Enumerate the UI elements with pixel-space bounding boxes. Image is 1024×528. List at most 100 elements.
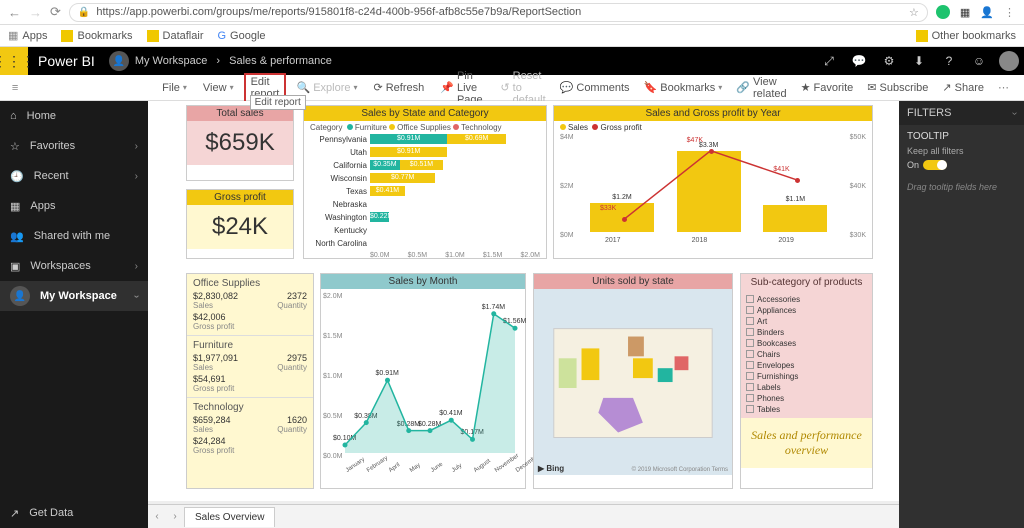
refresh-button[interactable]: ⟳Refresh (368, 79, 431, 96)
report-tabs: ‹ › Sales Overview (148, 504, 899, 528)
favorite-button[interactable]: ★Favorite (795, 79, 860, 96)
star-icon[interactable]: ☆ (909, 6, 919, 19)
lock-icon: 🔒 (78, 7, 90, 18)
nav-shared[interactable]: 👥Shared with me (0, 221, 148, 251)
nav-my-workspace[interactable]: 👤My Workspace› (0, 281, 148, 311)
report-toolbar: ≡ File View Edit report Edit report 🔍Exp… (0, 75, 1024, 101)
tab-prev-icon[interactable]: ‹ (148, 511, 166, 522)
nav-favorites[interactable]: ☆Favorites› (0, 131, 148, 161)
share-icon: 👥 (10, 230, 24, 243)
bm-bookmarks[interactable]: Bookmarks (61, 30, 132, 42)
edit-report-tooltip: Edit report (250, 95, 306, 110)
nav-back-icon[interactable]: ← (8, 5, 21, 20)
apps-icon: ▦ (10, 200, 20, 213)
map-copyright: © 2019 Microsoft Corporation Terms (632, 467, 728, 473)
slicer-item[interactable]: Tables (746, 404, 867, 415)
slicer-item[interactable]: Art (746, 316, 867, 327)
other-bookmarks[interactable]: Other bookmarks (916, 30, 1016, 42)
nav-apps[interactable]: ▦Apps (0, 191, 148, 221)
chart-title: Sales and Gross profit by Year (554, 106, 872, 121)
kpi-gross-profit[interactable]: Gross profit $24K (186, 189, 294, 259)
file-menu[interactable]: File (156, 80, 193, 96)
kpi-gross-profit-title: Gross profit (187, 190, 293, 205)
bar-row: Washington$0.22M (310, 211, 540, 223)
chart-sales-state-category[interactable]: Sales by State and Category Category Fur… (303, 105, 547, 259)
summary-table[interactable]: Office Supplies$2,830,0822372SalesQuanti… (186, 273, 314, 489)
slicer-item[interactable]: Chairs (746, 349, 867, 360)
profile-icon[interactable]: 👤 (980, 6, 994, 19)
slicer-item[interactable]: Appliances (746, 305, 867, 316)
bar-row: Pennsylvania$0.91M$0.69M (310, 133, 540, 145)
chart-sales-profit-year[interactable]: Sales and Gross profit by Year Sales Gro… (553, 105, 873, 259)
report-canvas: Total sales $659K Gross profit $24K Sale… (148, 101, 899, 528)
edit-report-button[interactable]: Edit report Edit report (244, 73, 287, 103)
toolbar-more-icon[interactable]: ⋯ (992, 79, 1016, 96)
slicer-item[interactable]: Envelopes (746, 360, 867, 371)
bar-row: Kentucky (310, 224, 540, 236)
bar-row: Utah$0.91M (310, 146, 540, 158)
breadcrumb: My Workspace › Sales & performance (135, 55, 332, 67)
subcategory-slicer[interactable]: Sub-category of products AccessoriesAppl… (740, 273, 873, 489)
slicer-item[interactable]: Phones (746, 393, 867, 404)
avatar-icon: 👤 (10, 286, 30, 306)
clock-icon: 🕘 (10, 170, 24, 183)
overview-label: Sales and performance overview (741, 418, 872, 468)
keep-filters-toggle[interactable]: On (907, 160, 1016, 170)
chart-units-by-state-map[interactable]: Units sold by state + − CANADA UNITED ST… (533, 273, 733, 489)
subscribe-button[interactable]: ✉Subscribe (861, 79, 934, 96)
legend: Category Furniture Office Supplies Techn… (310, 123, 540, 132)
comments-button[interactable]: 💬Comments (554, 79, 636, 96)
hamburger-icon[interactable]: ≡ (4, 82, 26, 94)
apps-button[interactable]: ▦Apps (8, 29, 47, 42)
crumb-workspace[interactable]: My Workspace (135, 55, 208, 67)
kpi-gross-profit-value: $24K (187, 205, 293, 249)
keep-filters-label: Keep all filters (907, 146, 1016, 156)
crumb-report[interactable]: Sales & performance (229, 55, 332, 67)
getdata-icon: ↗ (10, 507, 19, 520)
chart-title: Sales by State and Category (304, 106, 546, 121)
table-section: Technology$659,2841620SalesQuantity$24,2… (187, 397, 313, 459)
view-related-button[interactable]: 🔗View related (730, 74, 792, 102)
tab-sales-overview[interactable]: Sales Overview (184, 507, 275, 527)
nav-workspaces[interactable]: ▣Workspaces› (0, 251, 148, 281)
view-menu[interactable]: View (197, 80, 240, 96)
ext2-icon[interactable]: ▦ (960, 6, 970, 19)
slicer-item[interactable]: Furnishings (746, 371, 867, 382)
tooltip-section: TOOLTIP (907, 131, 1016, 142)
folder-icon: ▣ (10, 260, 20, 273)
bar-row: North Carolina (310, 237, 540, 249)
nav-recent[interactable]: 🕘Recent› (0, 161, 148, 191)
home-icon: ⌂ (10, 110, 17, 122)
filters-header[interactable]: FILTERS› (899, 101, 1024, 125)
filters-panel: FILTERS› TOOLTIP Keep all filters On Dra… (899, 101, 1024, 528)
ext1-icon[interactable] (936, 5, 950, 19)
workspace-avatar[interactable]: 👤 (109, 51, 129, 71)
app-name: Power BI (38, 53, 95, 69)
browser-top-bar: ← → ⟳ 🔒 https://app.powerbi.com/groups/m… (0, 0, 1024, 25)
bar-row: Texas$0.41M (310, 185, 540, 197)
tab-next-icon[interactable]: › (166, 511, 184, 522)
chart-sales-month[interactable]: Sales by Month $0.0M$0.5M$1.0M$1.5M$2.0M… (320, 273, 526, 489)
url-bar[interactable]: 🔒 https://app.powerbi.com/groups/me/repo… (69, 3, 928, 22)
nav-home[interactable]: ⌂Home (0, 101, 148, 131)
tooltip-drop-area[interactable]: Drag tooltip fields here (899, 176, 1024, 198)
chart-title: Units sold by state (534, 274, 732, 289)
nav-get-data[interactable]: ↗Get Data (0, 498, 148, 528)
bm-dataflair[interactable]: Dataflair (147, 30, 204, 42)
bar-row: California$0.35M$0.51M (310, 159, 540, 171)
waffle-icon[interactable]: ⋮⋮⋮ (0, 47, 28, 75)
chart-title: Sales by Month (321, 274, 525, 289)
explore-menu[interactable]: 🔍Explore (290, 79, 363, 96)
share-button[interactable]: ↗Share (936, 79, 990, 96)
kpi-total-sales[interactable]: Total sales $659K (186, 105, 294, 181)
slicer-item[interactable]: Labels (746, 382, 867, 393)
chrome-menu-icon[interactable]: ⋮ (1004, 6, 1016, 19)
nav-fwd-icon[interactable]: → (29, 5, 42, 20)
slicer-item[interactable]: Binders (746, 327, 867, 338)
bookmarks-button[interactable]: 🔖Bookmarks (638, 79, 729, 96)
bm-google[interactable]: GGoogle (217, 30, 265, 42)
reload-icon[interactable]: ⟳ (50, 4, 61, 20)
slicer-item[interactable]: Bookcases (746, 338, 867, 349)
map-body[interactable]: + − CANADA UNITED STATES MEXICO Gulf of … (534, 289, 732, 475)
slicer-item[interactable]: Accessories (746, 294, 867, 305)
